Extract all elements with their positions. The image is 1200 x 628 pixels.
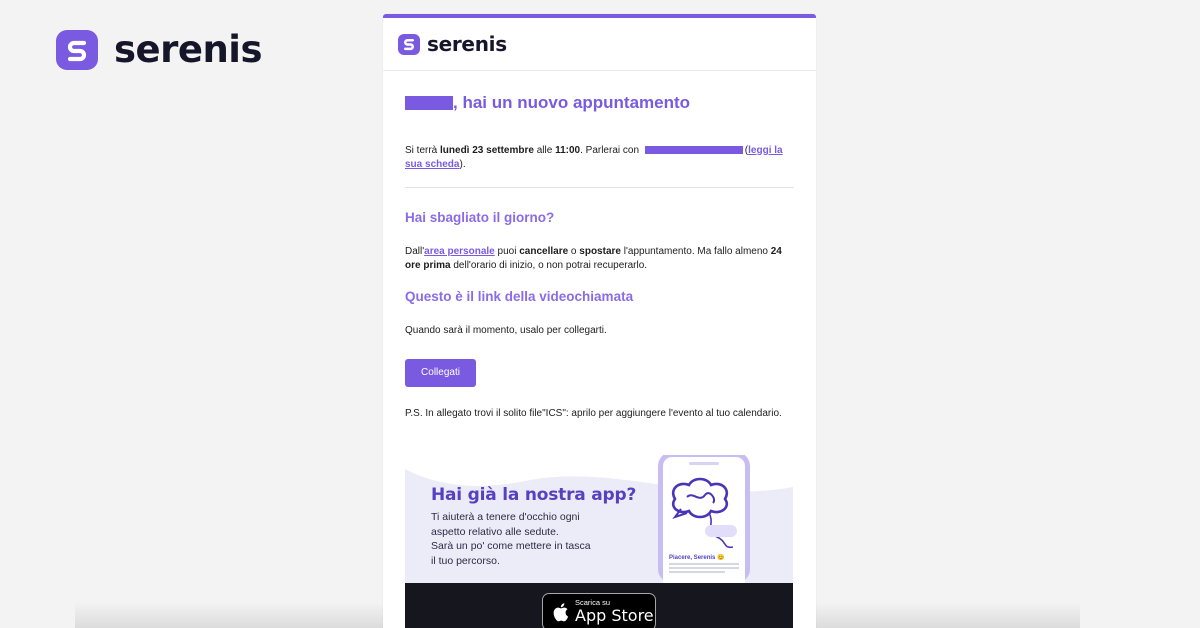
appointment-details: Si terrà lunedì 23 settembre alle 11:00.… — [405, 144, 794, 171]
video-heading: Questo è il link della videochiamata — [405, 289, 634, 304]
app-banner-line: il tuo percorso. — [431, 554, 500, 567]
wd-move: spostare — [579, 246, 621, 257]
brand-logo: serenis — [56, 28, 263, 71]
app-banner-description: Ti aiuterà a tenere d'occhio ogni aspett… — [431, 510, 631, 568]
brain-illustration — [671, 477, 737, 549]
app-banner-line: aspetto relativo alle sedute. — [431, 525, 559, 538]
redacted-therapist — [644, 146, 743, 155]
redacted-name — [405, 96, 453, 110]
email-card: serenis , hai un nuovo appuntamento Si t… — [383, 14, 816, 628]
wrong-day-heading: Hai sbagliato il giorno? — [405, 210, 555, 225]
personal-area-link[interactable]: area personale — [424, 246, 495, 257]
appt-middle: alle — [533, 145, 556, 156]
wd-t4: l'appuntamento. Ma fallo almeno — [620, 246, 771, 257]
email-logo-text: serenis — [427, 32, 507, 56]
wd-t3: o — [568, 246, 580, 257]
brand-name: serenis — [114, 28, 263, 71]
app-store-big: App Store — [575, 606, 654, 625]
app-store-label: Scarica su App Store — [575, 599, 654, 625]
phone-caption: Piacere, Serenis 😊 — [669, 555, 725, 561]
video-text: Quando sarà il momento, usalo per colleg… — [405, 325, 607, 336]
wd-t1: Dall' — [405, 246, 425, 257]
email-header: serenis — [383, 18, 816, 71]
appt-close: ). — [459, 158, 466, 170]
phone-text-lines — [669, 563, 739, 575]
wd-t2: puoi — [494, 246, 520, 257]
phone-line — [669, 563, 739, 565]
headline-text: , hai un nuovo appuntamento — [453, 93, 691, 112]
serenis-logo-icon — [56, 29, 98, 70]
wrong-day-text: Dall'area personale puoi cancellare o sp… — [405, 245, 794, 272]
app-store-button[interactable]: Scarica su App Store — [542, 593, 656, 628]
ps-text: P.S. In allegato trovi il solito file"IC… — [405, 407, 782, 419]
wd-t5: dell'orario di inizio, o non potrai recu… — [450, 259, 648, 271]
app-banner-line: Sarà un po' come mettere in tasca — [431, 540, 591, 552]
wd-cancel: cancellare — [519, 246, 569, 257]
app-banner-title: Hai già la nostra app? — [431, 485, 637, 505]
apple-icon — [553, 603, 569, 622]
appt-suffix: . Parlerai con — [580, 145, 642, 156]
app-promo-banner: Hai già la nostra app? Ti aiuterà a tene… — [405, 455, 793, 628]
email-body: , hai un nuovo appuntamento Si terrà lun… — [383, 93, 816, 420]
appt-time: 11:00 — [555, 145, 581, 156]
join-call-button[interactable]: Collegati — [405, 358, 476, 387]
phone-line — [669, 571, 725, 573]
appt-date: lunedì 23 settembre — [440, 145, 534, 156]
app-banner-line: Ti aiuterà a tenere d'occhio ogni — [431, 511, 580, 523]
phone-line — [669, 567, 739, 569]
divider — [405, 187, 794, 188]
email-headline: , hai un nuovo appuntamento — [405, 93, 794, 113]
phone-screen: Piacere, Serenis 😊 — [663, 457, 745, 583]
serenis-logo-icon — [398, 33, 420, 55]
phone-mockup: Piacere, Serenis 😊 — [658, 455, 750, 583]
appt-prefix: Si terrà — [405, 145, 441, 156]
store-bar: Scarica su App Store — [405, 583, 793, 628]
